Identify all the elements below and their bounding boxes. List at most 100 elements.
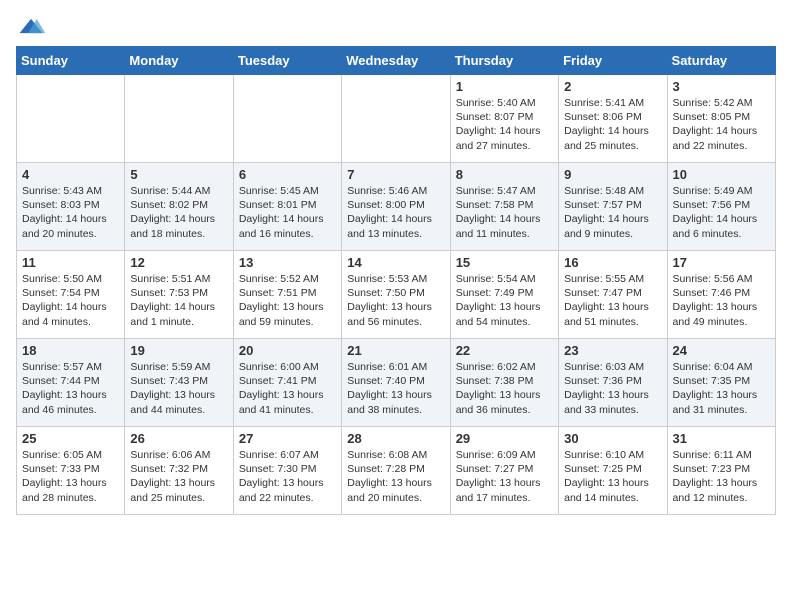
header-thursday: Thursday xyxy=(450,47,558,75)
day-number: 29 xyxy=(456,431,553,446)
day-content: Sunrise: 6:09 AM Sunset: 7:27 PM Dayligh… xyxy=(456,448,553,505)
day-content: Sunrise: 5:52 AM Sunset: 7:51 PM Dayligh… xyxy=(239,272,336,329)
day-content: Sunrise: 5:46 AM Sunset: 8:00 PM Dayligh… xyxy=(347,184,444,241)
logo xyxy=(16,16,48,36)
day-number: 14 xyxy=(347,255,444,270)
day-number: 16 xyxy=(564,255,661,270)
day-number: 13 xyxy=(239,255,336,270)
day-content: Sunrise: 6:03 AM Sunset: 7:36 PM Dayligh… xyxy=(564,360,661,417)
day-number: 27 xyxy=(239,431,336,446)
calendar-cell: 6 Sunrise: 5:45 AM Sunset: 8:01 PM Daylig… xyxy=(233,163,341,251)
calendar-cell: 7 Sunrise: 5:46 AM Sunset: 8:00 PM Daylig… xyxy=(342,163,450,251)
calendar-cell: 14 Sunrise: 5:53 AM Sunset: 7:50 PM Dayli… xyxy=(342,251,450,339)
calendar-cell: 11 Sunrise: 5:50 AM Sunset: 7:54 PM Dayli… xyxy=(17,251,125,339)
day-number: 28 xyxy=(347,431,444,446)
day-number: 3 xyxy=(673,79,770,94)
day-number: 24 xyxy=(673,343,770,358)
day-number: 30 xyxy=(564,431,661,446)
calendar-cell: 2Sunrise: 5:41 AM Sunset: 8:06 PM Daylig… xyxy=(559,75,667,163)
day-content: Sunrise: 5:50 AM Sunset: 7:54 PM Dayligh… xyxy=(22,272,119,329)
header-friday: Friday xyxy=(559,47,667,75)
calendar-cell: 25 Sunrise: 6:05 AM Sunset: 7:33 PM Dayli… xyxy=(17,427,125,515)
day-number: 12 xyxy=(130,255,227,270)
day-content: Sunrise: 5:51 AM Sunset: 7:53 PM Dayligh… xyxy=(130,272,227,329)
calendar-table: SundayMondayTuesdayWednesdayThursdayFrid… xyxy=(16,46,776,515)
calendar-cell: 17 Sunrise: 5:56 AM Sunset: 7:46 PM Dayli… xyxy=(667,251,775,339)
day-number: 5 xyxy=(130,167,227,182)
calendar-cell: 18Sunrise: 5:57 AM Sunset: 7:44 PM Dayli… xyxy=(17,339,125,427)
day-content: Sunrise: 5:40 AM Sunset: 8:07 PM Dayligh… xyxy=(456,96,553,153)
day-content: Sunrise: 5:55 AM Sunset: 7:47 PM Dayligh… xyxy=(564,272,661,329)
day-number: 26 xyxy=(130,431,227,446)
day-content: Sunrise: 5:53 AM Sunset: 7:50 PM Dayligh… xyxy=(347,272,444,329)
calendar-cell: 23 Sunrise: 6:03 AM Sunset: 7:36 PM Dayli… xyxy=(559,339,667,427)
day-number: 25 xyxy=(22,431,119,446)
calendar-cell: 13 Sunrise: 5:52 AM Sunset: 7:51 PM Dayli… xyxy=(233,251,341,339)
calendar-week-row: 1Sunrise: 5:40 AM Sunset: 8:07 PM Daylig… xyxy=(17,75,776,163)
calendar-week-row: 18Sunrise: 5:57 AM Sunset: 7:44 PM Dayli… xyxy=(17,339,776,427)
day-content: Sunrise: 5:44 AM Sunset: 8:02 PM Dayligh… xyxy=(130,184,227,241)
calendar-cell: 8 Sunrise: 5:47 AM Sunset: 7:58 PM Daylig… xyxy=(450,163,558,251)
calendar-cell: 15 Sunrise: 5:54 AM Sunset: 7:49 PM Dayli… xyxy=(450,251,558,339)
day-content: Sunrise: 5:47 AM Sunset: 7:58 PM Dayligh… xyxy=(456,184,553,241)
calendar-cell xyxy=(233,75,341,163)
calendar-cell xyxy=(125,75,233,163)
calendar-week-row: 25 Sunrise: 6:05 AM Sunset: 7:33 PM Dayli… xyxy=(17,427,776,515)
day-number: 7 xyxy=(347,167,444,182)
logo-icon xyxy=(16,16,46,36)
day-content: Sunrise: 6:08 AM Sunset: 7:28 PM Dayligh… xyxy=(347,448,444,505)
calendar-cell: 10 Sunrise: 5:49 AM Sunset: 7:56 PM Dayli… xyxy=(667,163,775,251)
day-content: Sunrise: 5:59 AM Sunset: 7:43 PM Dayligh… xyxy=(130,360,227,417)
calendar-week-row: 11 Sunrise: 5:50 AM Sunset: 7:54 PM Dayli… xyxy=(17,251,776,339)
calendar-cell: 20Sunrise: 6:00 AM Sunset: 7:41 PM Dayli… xyxy=(233,339,341,427)
day-number: 9 xyxy=(564,167,661,182)
calendar-cell: 29 Sunrise: 6:09 AM Sunset: 7:27 PM Dayli… xyxy=(450,427,558,515)
day-content: Sunrise: 5:49 AM Sunset: 7:56 PM Dayligh… xyxy=(673,184,770,241)
calendar-cell: 19 Sunrise: 5:59 AM Sunset: 7:43 PM Dayli… xyxy=(125,339,233,427)
day-number: 11 xyxy=(22,255,119,270)
day-content: Sunrise: 6:04 AM Sunset: 7:35 PM Dayligh… xyxy=(673,360,770,417)
day-number: 10 xyxy=(673,167,770,182)
day-number: 15 xyxy=(456,255,553,270)
day-content: Sunrise: 6:06 AM Sunset: 7:32 PM Dayligh… xyxy=(130,448,227,505)
calendar-cell: 12 Sunrise: 5:51 AM Sunset: 7:53 PM Dayli… xyxy=(125,251,233,339)
day-content: Sunrise: 6:11 AM Sunset: 7:23 PM Dayligh… xyxy=(673,448,770,505)
calendar-cell: 24 Sunrise: 6:04 AM Sunset: 7:35 PM Dayli… xyxy=(667,339,775,427)
day-content: Sunrise: 6:01 AM Sunset: 7:40 PM Dayligh… xyxy=(347,360,444,417)
calendar-cell: 30 Sunrise: 6:10 AM Sunset: 7:25 PM Dayli… xyxy=(559,427,667,515)
calendar-cell: 3Sunrise: 5:42 AM Sunset: 8:05 PM Daylig… xyxy=(667,75,775,163)
calendar-cell: 27 Sunrise: 6:07 AM Sunset: 7:30 PM Dayli… xyxy=(233,427,341,515)
calendar-cell: 26 Sunrise: 6:06 AM Sunset: 7:32 PM Dayli… xyxy=(125,427,233,515)
calendar-cell: 28 Sunrise: 6:08 AM Sunset: 7:28 PM Dayli… xyxy=(342,427,450,515)
calendar-cell: 21 Sunrise: 6:01 AM Sunset: 7:40 PM Dayli… xyxy=(342,339,450,427)
day-number: 23 xyxy=(564,343,661,358)
day-number: 19 xyxy=(130,343,227,358)
day-number: 8 xyxy=(456,167,553,182)
calendar-header-row: SundayMondayTuesdayWednesdayThursdayFrid… xyxy=(17,47,776,75)
day-number: 17 xyxy=(673,255,770,270)
calendar-week-row: 4Sunrise: 5:43 AM Sunset: 8:03 PM Daylig… xyxy=(17,163,776,251)
day-number: 20 xyxy=(239,343,336,358)
day-content: Sunrise: 5:48 AM Sunset: 7:57 PM Dayligh… xyxy=(564,184,661,241)
day-number: 21 xyxy=(347,343,444,358)
day-number: 2 xyxy=(564,79,661,94)
calendar-cell: 16 Sunrise: 5:55 AM Sunset: 7:47 PM Dayli… xyxy=(559,251,667,339)
header-tuesday: Tuesday xyxy=(233,47,341,75)
calendar-cell: 31Sunrise: 6:11 AM Sunset: 7:23 PM Dayli… xyxy=(667,427,775,515)
day-number: 18 xyxy=(22,343,119,358)
day-number: 6 xyxy=(239,167,336,182)
day-content: Sunrise: 6:07 AM Sunset: 7:30 PM Dayligh… xyxy=(239,448,336,505)
day-content: Sunrise: 5:56 AM Sunset: 7:46 PM Dayligh… xyxy=(673,272,770,329)
day-content: Sunrise: 5:45 AM Sunset: 8:01 PM Dayligh… xyxy=(239,184,336,241)
calendar-cell: 1Sunrise: 5:40 AM Sunset: 8:07 PM Daylig… xyxy=(450,75,558,163)
calendar-cell: 22Sunrise: 6:02 AM Sunset: 7:38 PM Dayli… xyxy=(450,339,558,427)
calendar-cell: 5 Sunrise: 5:44 AM Sunset: 8:02 PM Daylig… xyxy=(125,163,233,251)
calendar-cell: 9 Sunrise: 5:48 AM Sunset: 7:57 PM Daylig… xyxy=(559,163,667,251)
day-number: 22 xyxy=(456,343,553,358)
header-wednesday: Wednesday xyxy=(342,47,450,75)
calendar-cell xyxy=(342,75,450,163)
header-sunday: Sunday xyxy=(17,47,125,75)
day-content: Sunrise: 5:54 AM Sunset: 7:49 PM Dayligh… xyxy=(456,272,553,329)
day-content: Sunrise: 6:10 AM Sunset: 7:25 PM Dayligh… xyxy=(564,448,661,505)
day-content: Sunrise: 6:05 AM Sunset: 7:33 PM Dayligh… xyxy=(22,448,119,505)
